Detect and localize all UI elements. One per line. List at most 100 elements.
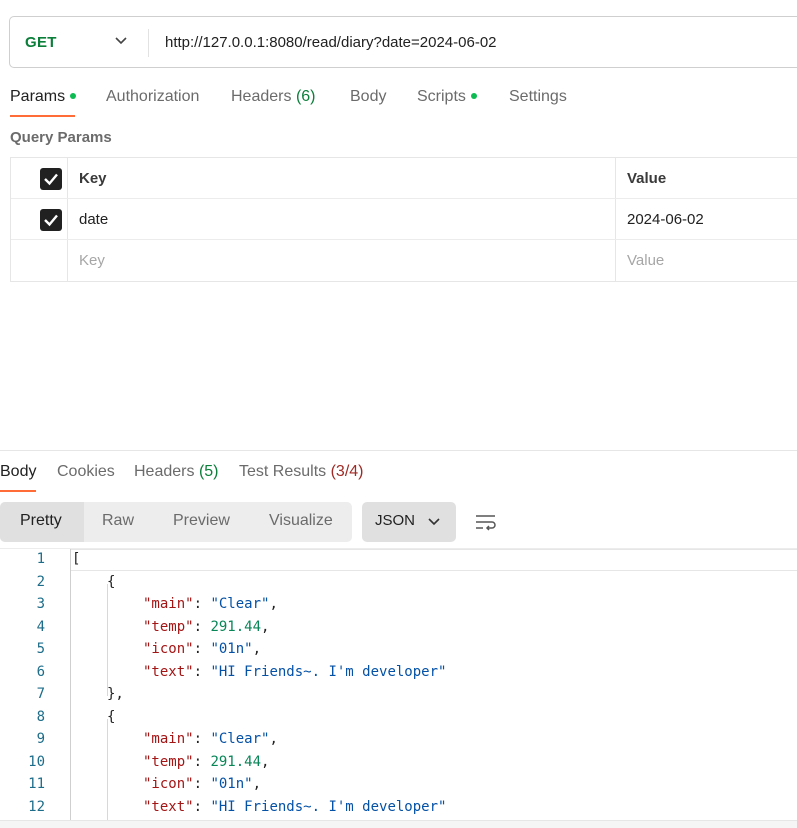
line-number: 11 — [28, 776, 45, 792]
query-params-table: Key Value date 2024-06-02 Key Value — [10, 157, 797, 282]
response-body-viewer[interactable]: 1[2{3 "main": "Clear", 4 "temp": 291.44, 5 "i… — [0, 548, 797, 821]
tab-test-results[interactable]: Test Results (3/4) — [239, 463, 364, 481]
json-punctuation: { — [107, 573, 116, 590]
query-params-title: Query Params — [10, 129, 112, 146]
tab-response-headers[interactable]: Headers (5) — [134, 463, 219, 481]
code-line: 8{ — [0, 707, 797, 729]
chevron-down-icon — [115, 37, 127, 45]
tab-authorization[interactable]: Authorization — [106, 88, 199, 106]
param-value[interactable]: 2024-06-02 — [627, 211, 704, 228]
code-line: 12 "text": "HI Friends~. I'm developer" — [0, 797, 797, 819]
params-dot-icon — [70, 92, 77, 99]
code-line: 11 "icon": "01n", — [0, 774, 797, 796]
tab-headers-label: Headers — [231, 88, 292, 105]
tab-headers[interactable]: Headers (6) — [231, 88, 316, 106]
view-mode-visualize[interactable]: Visualize — [269, 512, 333, 530]
json-punctuation: , — [261, 618, 270, 635]
code-text: "icon": "01n", — [143, 776, 262, 792]
json-string: "Clear" — [210, 596, 270, 612]
tab-authorization-label: Authorization — [106, 88, 200, 105]
line-number: 1 — [36, 551, 45, 567]
tab-response-body[interactable]: Body — [0, 463, 36, 481]
tab-cookies[interactable]: Cookies — [57, 463, 115, 481]
select-all-checkbox[interactable] — [40, 168, 62, 190]
code-text: "main": "Clear", — [143, 596, 278, 612]
code-line: 9 "main": "Clear", — [0, 729, 797, 751]
json-punctuation: }, — [107, 686, 124, 702]
code-text: "temp": 291.44, — [143, 753, 270, 770]
params-header-check-cell — [11, 158, 68, 198]
tab-response-body-label: Body — [0, 463, 37, 480]
tab-params[interactable]: Params — [10, 88, 77, 106]
json-key: "text" — [143, 663, 194, 680]
line-number: 3 — [36, 596, 45, 612]
param-check-cell — [11, 199, 68, 239]
json-punctuation: { — [107, 708, 116, 725]
json-number: 291.44 — [210, 753, 262, 770]
json-number: 291.44 — [210, 618, 262, 635]
new-param-value-placeholder[interactable]: Value — [627, 252, 664, 269]
code-line: 1[ — [0, 549, 797, 571]
json-punctuation: , — [269, 731, 278, 747]
value-column-header: Value — [627, 170, 667, 187]
json-key: "icon" — [143, 641, 194, 657]
json-key: "temp" — [143, 753, 194, 770]
code-line: 10 "temp": 291.44, — [0, 752, 797, 774]
new-param-row: Key Value — [11, 240, 797, 281]
code-line: 6 "text": "HI Friends~. I'm developer" — [0, 662, 797, 684]
code-text: { — [107, 574, 115, 590]
view-mode-pretty[interactable]: Pretty — [20, 512, 62, 530]
column-separator — [615, 158, 616, 198]
json-key: "icon" — [143, 776, 194, 792]
tab-settings-label: Settings — [509, 88, 567, 105]
json-key: "main" — [143, 731, 194, 747]
line-number: 12 — [28, 798, 45, 815]
request-url-bar: GET — [9, 16, 797, 68]
line-number: 5 — [36, 641, 45, 657]
chevron-down-icon — [428, 518, 440, 526]
url-separator — [148, 29, 149, 57]
json-string: "HI Friends~. I'm developer" — [210, 798, 447, 815]
tab-scripts[interactable]: Scripts — [417, 88, 477, 106]
json-punctuation: , — [269, 596, 278, 612]
line-number: 2 — [36, 573, 45, 590]
status-bar — [0, 820, 797, 828]
line-number: 4 — [36, 618, 45, 635]
param-row: date 2024-06-02 — [11, 199, 797, 240]
code-text: { — [107, 709, 115, 725]
code-text: "text": "HI Friends~. I'm developer" — [143, 663, 447, 680]
method-select[interactable]: GET — [11, 18, 146, 66]
line-number: 7 — [36, 686, 45, 702]
view-mode-raw[interactable]: Raw — [102, 512, 134, 530]
tab-scripts-label: Scripts — [417, 88, 466, 105]
params-header-row: Key Value — [11, 158, 797, 199]
line-number: 10 — [28, 753, 45, 770]
code-text: }, — [107, 686, 124, 702]
wrap-lines-icon[interactable] — [474, 510, 498, 534]
param-key[interactable]: date — [79, 211, 108, 228]
tab-test-results-label: Test Results — [239, 463, 327, 480]
json-string: "01n" — [210, 776, 253, 792]
tab-test-results-count: (3/4) — [330, 463, 364, 480]
column-separator — [615, 199, 616, 239]
check-icon — [44, 173, 58, 186]
format-label: JSON — [375, 512, 416, 529]
code-text: "main": "Clear", — [143, 731, 278, 747]
line-number: 6 — [36, 663, 45, 680]
tab-response-headers-count: (5) — [198, 463, 219, 480]
json-punctuation: [ — [72, 551, 81, 567]
new-param-key-placeholder[interactable]: Key — [79, 252, 105, 269]
param-checkbox[interactable] — [40, 209, 62, 231]
pane-divider[interactable] — [0, 450, 797, 451]
code-text: "icon": "01n", — [143, 641, 262, 657]
method-label: GET — [25, 33, 57, 51]
check-icon — [44, 214, 58, 227]
json-punctuation: , — [252, 641, 262, 657]
tab-body[interactable]: Body — [350, 88, 386, 106]
view-mode-preview[interactable]: Preview — [173, 512, 230, 530]
url-input[interactable] — [165, 31, 785, 53]
code-line: 7}, — [0, 684, 797, 706]
tab-settings[interactable]: Settings — [509, 88, 567, 106]
format-select[interactable]: JSON — [362, 502, 456, 542]
scripts-dot-icon — [470, 92, 477, 99]
